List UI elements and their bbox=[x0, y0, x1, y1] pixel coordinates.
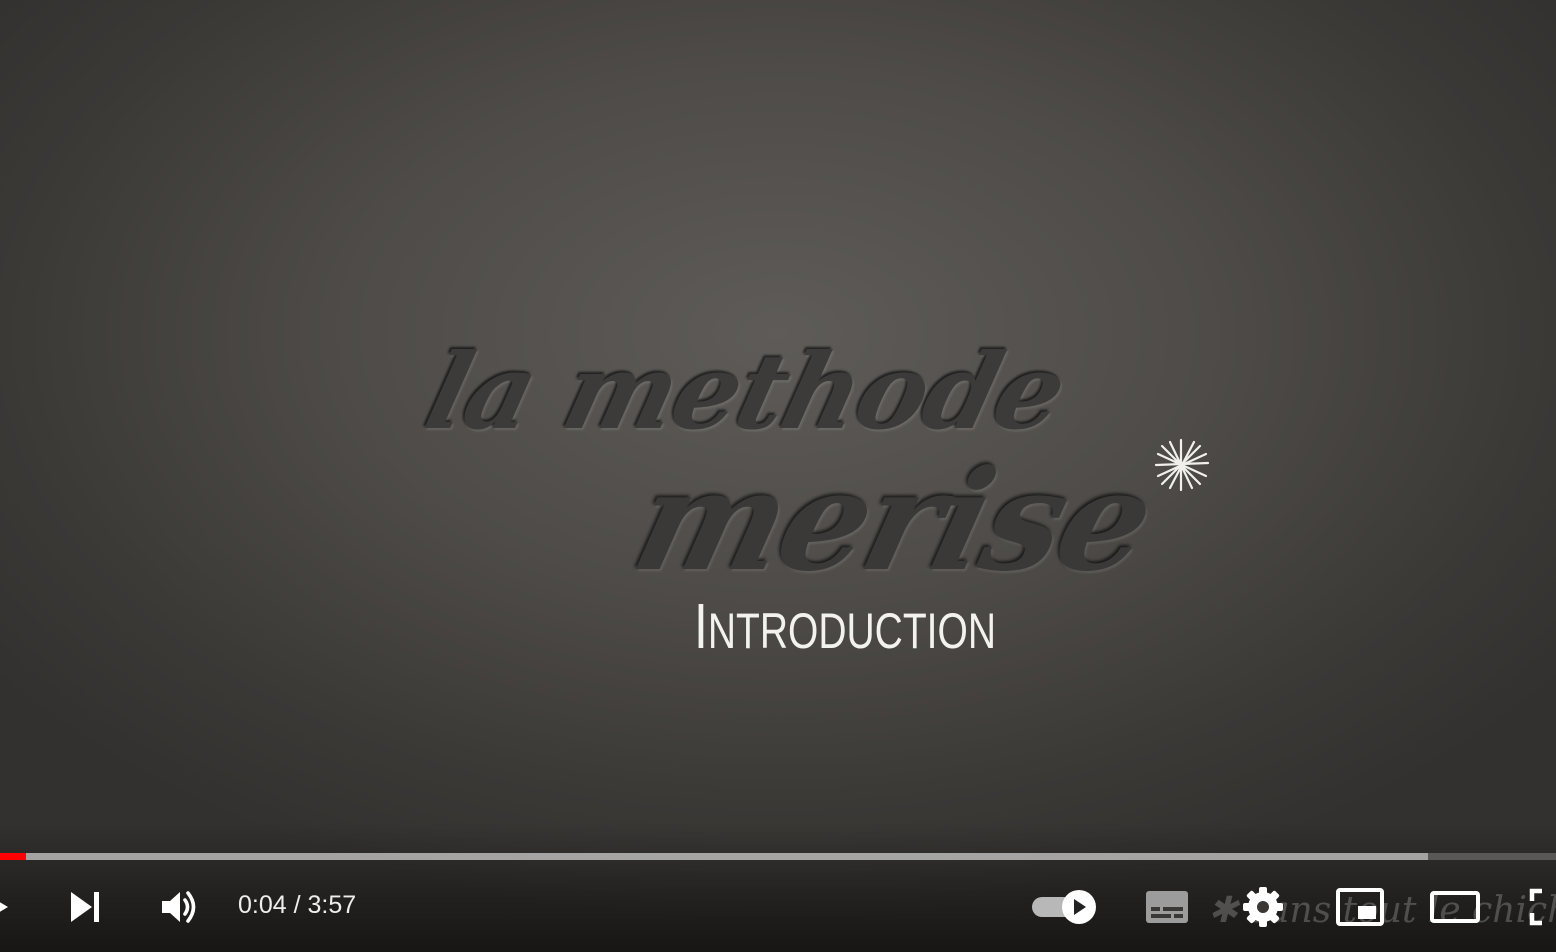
autoplay-toggle[interactable] bbox=[1028, 882, 1102, 932]
current-time: 0:04 bbox=[238, 891, 287, 919]
time-separator: / bbox=[286, 891, 308, 919]
play-button[interactable] bbox=[0, 882, 12, 932]
volume-button[interactable] bbox=[156, 882, 204, 932]
theater-mode-button[interactable] bbox=[1426, 882, 1484, 932]
subtitles-icon bbox=[1146, 891, 1188, 923]
duration: 3:57 bbox=[307, 891, 357, 919]
miniplayer-icon bbox=[1336, 888, 1384, 926]
video-title-line2: merise bbox=[619, 439, 1167, 602]
progress-loaded bbox=[0, 853, 1428, 860]
next-button[interactable] bbox=[62, 882, 108, 932]
video-subtitle-rest: NTRODUCTION bbox=[707, 603, 997, 659]
theater-mode-icon bbox=[1430, 891, 1480, 923]
time-display: 0:04 / 3:57 bbox=[238, 891, 356, 920]
settings-button[interactable] bbox=[1238, 882, 1288, 932]
video-title-line1: la methode bbox=[414, 330, 1077, 453]
progress-bar[interactable] bbox=[0, 853, 1556, 860]
progress-played bbox=[0, 853, 26, 860]
video-subtitle-initial: I bbox=[694, 590, 708, 662]
video-frame[interactable]: la methode merise INTRODUCTION bbox=[0, 0, 1556, 952]
gear-icon bbox=[1243, 887, 1283, 927]
autoplay-toggle-icon bbox=[1032, 890, 1096, 924]
control-bar: 0:04 / 3:57 bbox=[0, 860, 1556, 952]
fullscreen-icon bbox=[1529, 888, 1542, 926]
play-icon bbox=[0, 902, 8, 912]
fullscreen-button[interactable] bbox=[1526, 882, 1556, 932]
miniplayer-button[interactable] bbox=[1332, 882, 1388, 932]
asterisk-logo-icon bbox=[1154, 438, 1210, 492]
video-subtitle: INTRODUCTION bbox=[694, 594, 996, 658]
volume-icon bbox=[162, 891, 196, 923]
video-player[interactable]: la methode merise INTRODUCTION ✱ sans to… bbox=[0, 0, 1556, 952]
subtitles-button[interactable] bbox=[1140, 882, 1194, 932]
next-icon bbox=[71, 892, 99, 922]
